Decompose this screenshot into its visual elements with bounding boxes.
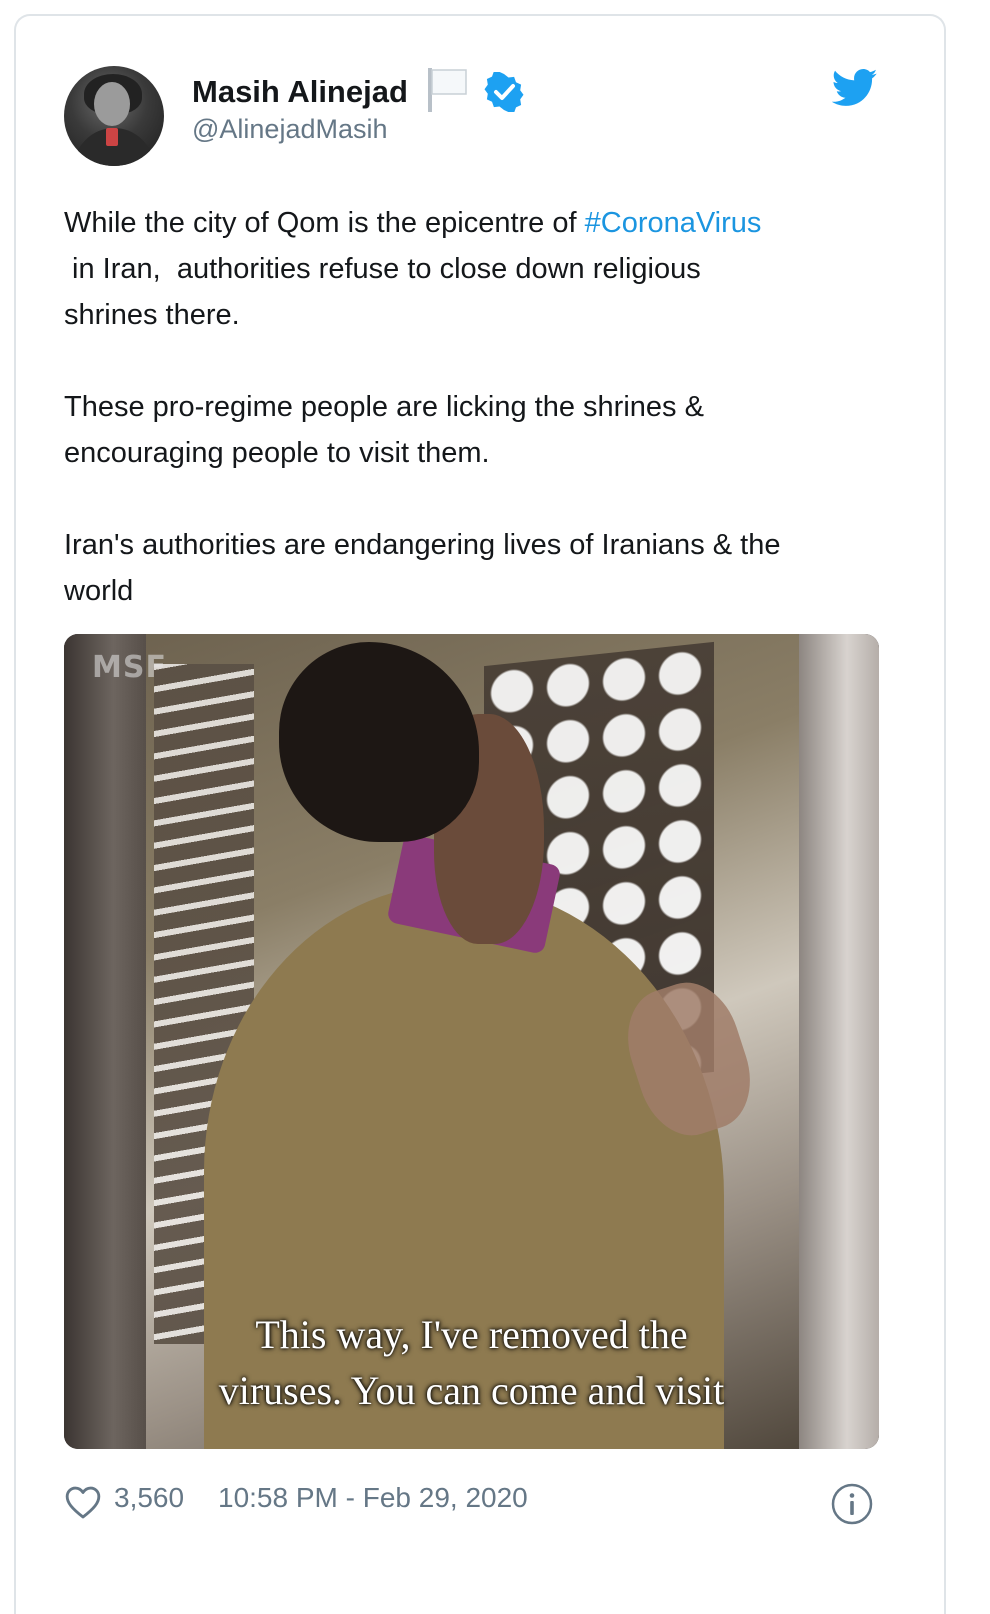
tweet-text-line: in Iran, authorities refuse to close dow… <box>64 253 701 285</box>
author-handle[interactable]: @AlinejadMasih <box>192 114 388 145</box>
tweet-text-line: encouraging people to visit them. <box>64 437 490 469</box>
info-icon[interactable] <box>830 1482 874 1526</box>
video-watermark: MSF <box>92 650 167 685</box>
white-flag-icon <box>428 68 467 112</box>
tweet-text-line: world <box>64 575 134 607</box>
twitter-bird-icon[interactable] <box>832 68 878 108</box>
video-subtitle-line: viruses. You can come and visit <box>218 1368 725 1413</box>
tweet-text-line: While the city of Qom is the epicentre o… <box>64 207 585 239</box>
tweet-text-line: shrines there. <box>64 299 240 331</box>
tweet-timestamp[interactable]: 10:58 PM - Feb 29, 2020 <box>218 1482 528 1514</box>
like-count[interactable]: 3,560 <box>114 1482 184 1514</box>
heart-icon[interactable] <box>64 1484 102 1520</box>
video-subtitle: This way, I've removed the viruses. You … <box>64 1307 879 1419</box>
video-subtitle-line: This way, I've removed the <box>255 1312 688 1357</box>
tweet-video[interactable]: MSF This way, I've removed the viruses. … <box>64 634 879 1449</box>
tweet-text-line: These pro-regime people are licking the … <box>64 391 704 423</box>
author-name[interactable]: Masih Alinejad <box>192 74 408 110</box>
tweet-text: While the city of Qom is the epicentre o… <box>64 200 894 614</box>
tweet-text-line: Iran's authorities are endangering lives… <box>64 529 781 561</box>
hashtag-link[interactable]: #CoronaVirus <box>585 207 762 239</box>
avatar[interactable] <box>64 66 164 166</box>
verified-badge-icon <box>484 72 524 112</box>
tweet-footer: 3,560 10:58 PM - Feb 29, 2020 <box>64 1478 894 1528</box>
